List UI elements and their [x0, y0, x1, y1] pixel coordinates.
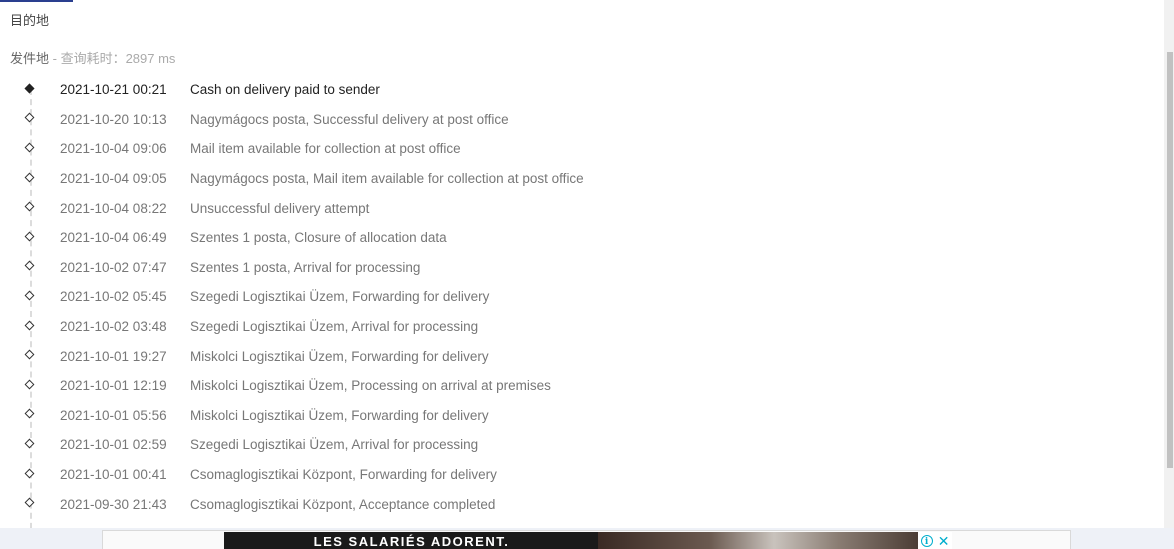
diamond-icon	[24, 172, 35, 183]
tracking-event: 2021-10-01 00:41 Csomaglogisztikai Közpon…	[0, 460, 1160, 490]
event-time: 2021-10-01 02:59	[60, 437, 167, 453]
diamond-icon	[24, 112, 35, 123]
event-description: Szentes 1 posta, Closure of allocation d…	[190, 230, 447, 246]
tracking-event: 2021-10-01 19:27 Miskolci Logisztikai Üze…	[0, 341, 1160, 371]
diamond-icon	[24, 142, 35, 153]
tracking-event: 2021-10-01 05:56 Miskolci Logisztikai Üze…	[0, 401, 1160, 431]
event-time: 2021-10-21 00:21	[60, 82, 167, 98]
event-time: 2021-10-01 12:19	[60, 378, 167, 394]
ad-controls: i ✕	[918, 532, 952, 549]
diamond-icon	[24, 260, 35, 271]
diamond-icon	[24, 201, 35, 212]
event-description: Szegedi Logisztikai Üzem, Arrival for pr…	[190, 319, 479, 335]
event-description: Szegedi Logisztikai Üzem, Forwarding for…	[190, 289, 490, 305]
tracking-timeline: 2021-10-21 00:21 Cash on delivery paid to…	[0, 75, 1160, 549]
event-time: 2021-10-04 09:05	[60, 171, 167, 187]
tracking-event: 2021-10-04 09:05 Nagymágocs posta, Mail i…	[0, 164, 1160, 194]
tracking-event: 2021-10-20 10:13 Nagymágocs posta, Succes…	[0, 105, 1160, 135]
event-time: 2021-10-01 00:41	[60, 467, 167, 483]
event-description: Miskolci Logisztikai Üzem, Processing on…	[190, 378, 551, 394]
tracking-event: 2021-10-01 12:19 Miskolci Logisztikai Üze…	[0, 371, 1160, 401]
event-description: Szentes 1 posta, Arrival for processing	[190, 259, 421, 275]
event-description: Nagymágocs posta, Mail item available fo…	[190, 171, 584, 187]
tracking-event: 2021-10-02 03:48 Szegedi Logisztikai Üzem…	[0, 312, 1160, 342]
diamond-icon	[24, 349, 35, 360]
tracking-page: 目的地 发件地 - 查询耗时：2897 ms 2021-10-21 00:21 C…	[0, 0, 1174, 549]
diamond-icon	[24, 468, 35, 478]
event-description: Csomaglogisztikai Központ, Forwarding fo…	[190, 467, 497, 483]
event-time: 2021-10-04 09:06	[60, 141, 167, 157]
active-tab-indicator	[0, 0, 73, 2]
event-description: Cash on delivery paid to sender	[190, 82, 380, 98]
tracking-event: 2021-10-02 07:47 Szentes 1 posta, Arrival…	[0, 253, 1160, 283]
ad-banner[interactable]: LES SALARIÉS ADORENT. i ✕	[224, 532, 952, 549]
event-time: 2021-10-02 05:45	[60, 289, 167, 305]
event-time: 2021-09-30 21:43	[60, 496, 167, 512]
tracking-event: 2021-10-02 05:45 Szegedi Logisztikai Üzem…	[0, 282, 1160, 312]
tracking-event: 2021-10-04 08:22 Unsuccessful delivery at…	[0, 193, 1160, 223]
event-time: 2021-10-01 19:27	[60, 348, 167, 364]
diamond-icon	[24, 408, 35, 419]
event-time: 2021-10-01 05:56	[60, 407, 167, 423]
event-description: Mail item available for collection at po…	[190, 141, 461, 157]
event-time: 2021-10-02 03:48	[60, 319, 167, 335]
filled-diamond-icon	[24, 83, 35, 94]
diamond-icon	[24, 290, 35, 301]
event-description: Szegedi Logisztikai Üzem, Arrival for pr…	[190, 437, 479, 453]
origin-label: 发件地	[10, 51, 50, 66]
event-description: Miskolci Logisztikai Üzem, Forwarding fo…	[190, 407, 489, 423]
origin-line: 发件地 - 查询耗时：2897 ms	[10, 48, 175, 67]
ad-info-icon[interactable]: i	[920, 534, 933, 547]
scrollbar-thumb[interactable]	[1167, 52, 1173, 468]
event-description: Unsuccessful delivery attempt	[190, 200, 370, 216]
event-description: Miskolci Logisztikai Üzem, Forwarding fo…	[190, 348, 489, 364]
event-time: 2021-10-02 07:47	[60, 259, 167, 275]
ad-image[interactable]	[598, 532, 918, 549]
tracking-event: 2021-10-01 02:59 Szegedi Logisztikai Üzem…	[0, 430, 1160, 460]
query-time: - 查询耗时：2897 ms	[49, 51, 176, 66]
tracking-event: 2021-09-30 21:43 Csomaglogisztikai Közpon…	[0, 489, 1160, 519]
ad-close-icon[interactable]: ✕	[938, 534, 950, 548]
event-time: 2021-10-20 10:13	[60, 111, 167, 127]
tracking-event: 2021-10-04 06:49 Szentes 1 posta, Closure…	[0, 223, 1160, 253]
event-time: 2021-10-04 08:22	[60, 200, 167, 216]
diamond-icon	[24, 438, 35, 449]
diamond-icon	[24, 231, 35, 242]
tracking-event: 2021-10-04 09:06 Mail item available for …	[0, 134, 1160, 164]
event-time: 2021-10-04 06:49	[60, 230, 167, 246]
destination-label: 目的地	[10, 13, 50, 28]
diamond-icon	[24, 497, 35, 508]
scrollbar[interactable]	[1164, 0, 1174, 528]
diamond-icon	[24, 379, 35, 390]
event-description: Nagymágocs posta, Successful delivery at…	[190, 111, 509, 127]
event-description: Csomaglogisztikai Központ, Acceptance co…	[190, 496, 496, 512]
tracking-event: 2021-10-21 00:21 Cash on delivery paid to…	[0, 75, 1160, 105]
diamond-icon	[24, 320, 35, 330]
ad-headline[interactable]: LES SALARIÉS ADORENT.	[224, 534, 599, 549]
